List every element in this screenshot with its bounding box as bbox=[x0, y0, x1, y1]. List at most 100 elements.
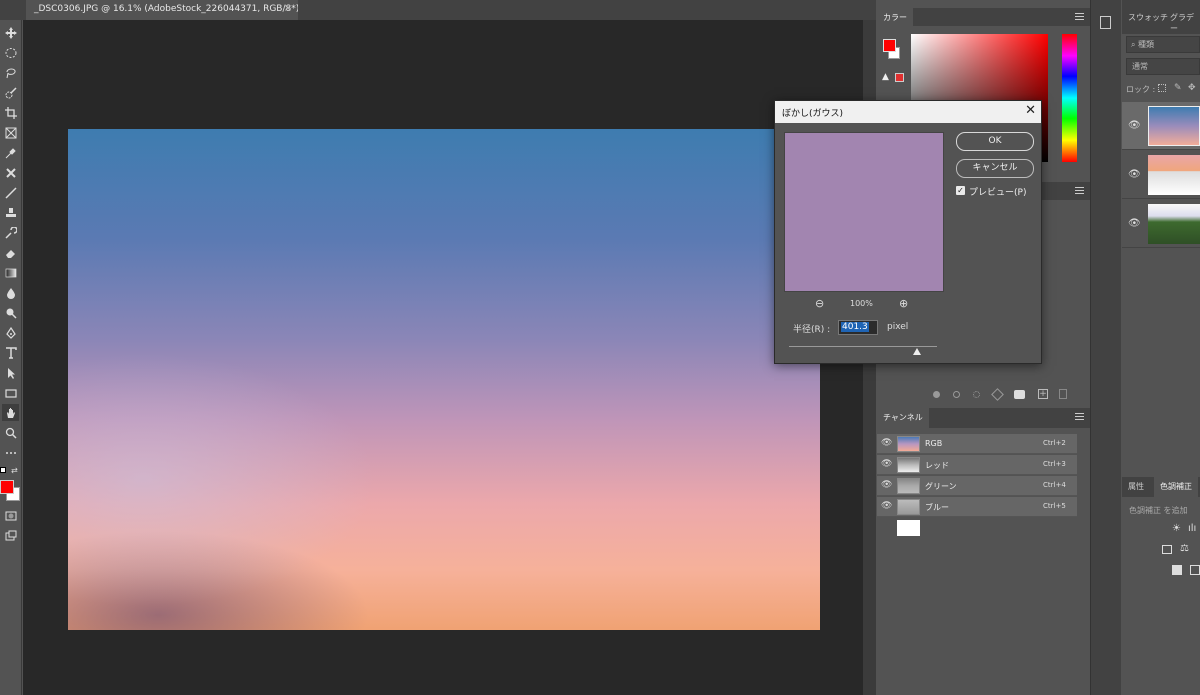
gamut-swatch[interactable] bbox=[895, 73, 904, 82]
panel-menu-icon[interactable] bbox=[1075, 13, 1084, 20]
foreground-color-swatch[interactable] bbox=[0, 480, 14, 494]
fill-path-icon[interactable] bbox=[933, 391, 940, 398]
dialog-titlebar[interactable]: ぼかし(ガウス) bbox=[775, 101, 1041, 123]
more-icon[interactable] bbox=[2, 444, 19, 461]
radius-slider-thumb[interactable] bbox=[913, 348, 921, 355]
radius-slider-track[interactable] bbox=[789, 346, 937, 347]
document-image[interactable] bbox=[68, 129, 820, 630]
stroke-path-icon[interactable] bbox=[953, 391, 960, 398]
hand-icon[interactable] bbox=[2, 404, 19, 421]
load-selection-icon[interactable] bbox=[973, 391, 980, 398]
zoom-out-icon[interactable]: ⊖ bbox=[815, 297, 824, 310]
stamp-icon[interactable] bbox=[2, 204, 19, 221]
layer-row[interactable]: 👁 bbox=[1122, 102, 1200, 150]
zoom-icon[interactable] bbox=[2, 424, 19, 441]
preview-checkbox-label: プレビュー(P) bbox=[969, 188, 1027, 198]
history-icon[interactable] bbox=[1100, 16, 1111, 29]
eye-icon[interactable]: 👁 bbox=[881, 501, 893, 512]
layer-row[interactable]: 👁 bbox=[1122, 200, 1200, 248]
close-icon[interactable]: ✕ bbox=[1025, 103, 1036, 118]
make-path-icon[interactable] bbox=[991, 388, 1004, 401]
blur-icon[interactable] bbox=[2, 284, 19, 301]
radius-label: 半径(R) : bbox=[793, 325, 831, 335]
bw-icon[interactable] bbox=[1172, 565, 1182, 575]
blur-preview[interactable] bbox=[784, 132, 944, 292]
panel-menu-icon[interactable] bbox=[1075, 413, 1084, 420]
default-colors-icon[interactable] bbox=[0, 467, 6, 473]
tab-gradients[interactable]: グラデー bbox=[1164, 8, 1200, 33]
channel-row-green[interactable]: 👁 グリーン Ctrl+4 bbox=[877, 476, 1077, 496]
lock-transparency-icon[interactable] bbox=[1158, 84, 1166, 92]
marquee-icon[interactable] bbox=[2, 44, 19, 61]
properties-panel: 属性 色調補正 色調補正 を追加 ☀ ılı ⚖ bbox=[1122, 477, 1200, 695]
tab-adjustments[interactable]: 色調補正 bbox=[1154, 477, 1198, 497]
channel-row-rgb[interactable]: 👁 RGB Ctrl+2 bbox=[877, 434, 1077, 454]
color-fg-swatch[interactable] bbox=[883, 39, 896, 52]
channels-panel: チャンネル 👁 RGB Ctrl+2 👁 レッド Ctrl+3 👁 グリーン C… bbox=[877, 408, 1090, 695]
zoom-in-icon[interactable]: ⊕ bbox=[899, 297, 908, 310]
curves-icon[interactable] bbox=[1162, 545, 1172, 554]
warning-icon[interactable]: ▲ bbox=[882, 72, 889, 82]
dodge-icon[interactable] bbox=[2, 304, 19, 321]
channel-row-red[interactable]: 👁 レッド Ctrl+3 bbox=[877, 455, 1077, 475]
history-brush-icon[interactable] bbox=[2, 224, 19, 241]
lasso-icon[interactable] bbox=[2, 64, 19, 81]
layer-row[interactable]: 👁 bbox=[1122, 151, 1200, 199]
document-tab[interactable]: _DSC0306.JPG @ 16.1% (AdobeStock_2260443… bbox=[26, 0, 298, 20]
quick-select-icon[interactable] bbox=[2, 84, 19, 101]
eye-icon[interactable]: 👁 bbox=[881, 480, 893, 491]
swap-colors-icon[interactable]: ⇄ bbox=[11, 466, 18, 475]
dialog-title: ぼかし(ガウス) bbox=[782, 109, 844, 119]
gradient-icon[interactable] bbox=[2, 264, 19, 281]
path-select-icon[interactable] bbox=[2, 364, 19, 381]
type-icon[interactable] bbox=[2, 344, 19, 361]
quick-mask-icon[interactable] bbox=[2, 507, 19, 524]
close-tab-icon[interactable]: × bbox=[284, 3, 292, 14]
pen-icon[interactable] bbox=[2, 324, 19, 341]
channel-row-blue[interactable]: 👁 ブルー Ctrl+5 bbox=[877, 497, 1077, 517]
preview-checkbox[interactable]: ✓ bbox=[956, 186, 965, 195]
tab-channels[interactable]: チャンネル bbox=[877, 408, 929, 428]
photo-filter-icon[interactable] bbox=[1190, 565, 1200, 575]
radius-value: 401.3 bbox=[841, 322, 869, 332]
trash-icon[interactable] bbox=[1059, 389, 1067, 399]
move-icon[interactable] bbox=[2, 24, 19, 41]
tab-color[interactable]: カラー bbox=[877, 8, 913, 26]
panel-menu-icon[interactable] bbox=[1075, 187, 1084, 194]
healing-icon[interactable] bbox=[2, 164, 19, 181]
panel-icon-strip bbox=[1090, 0, 1121, 695]
brightness-icon[interactable]: ☀ bbox=[1172, 523, 1181, 534]
channel-thumbnail bbox=[897, 499, 920, 515]
brush-icon[interactable] bbox=[2, 184, 19, 201]
tab-properties[interactable]: 属性 bbox=[1122, 477, 1150, 497]
eyedropper-icon[interactable] bbox=[2, 144, 19, 161]
channel-name: ブルー bbox=[925, 503, 949, 512]
new-path-icon[interactable]: + bbox=[1038, 389, 1048, 399]
lock-brush-icon[interactable]: ✎ bbox=[1174, 83, 1182, 93]
ok-button[interactable]: OK bbox=[956, 132, 1034, 151]
eraser-icon[interactable] bbox=[2, 244, 19, 261]
add-mask-icon[interactable] bbox=[1014, 390, 1025, 399]
balance-icon[interactable]: ⚖ bbox=[1180, 543, 1189, 554]
layers-panel: スウォッチ グラデー ⌕ 種類 通常 ロック : ✎ ✥ 👁 👁 👁 bbox=[1122, 0, 1200, 476]
crop-icon[interactable] bbox=[2, 104, 19, 121]
blend-mode-select[interactable]: 通常 bbox=[1126, 58, 1200, 75]
eye-icon[interactable]: 👁 bbox=[1128, 169, 1141, 180]
lock-move-icon[interactable]: ✥ bbox=[1188, 83, 1196, 93]
layers-panel-tabbar: スウォッチ グラデー bbox=[1122, 0, 1200, 34]
adjustments-hint: 色調補正 を追加 bbox=[1129, 506, 1188, 515]
alpha-channel-thumbnail[interactable] bbox=[897, 520, 920, 536]
hue-slider[interactable] bbox=[1062, 34, 1077, 162]
cancel-button[interactable]: キャンセル bbox=[956, 159, 1034, 178]
eye-icon[interactable]: 👁 bbox=[1128, 218, 1141, 229]
rectangle-icon[interactable] bbox=[2, 384, 19, 401]
eye-icon[interactable]: 👁 bbox=[881, 438, 893, 449]
radius-input[interactable]: 401.3 bbox=[838, 320, 878, 335]
layer-filter-search[interactable]: ⌕ 種類 bbox=[1126, 36, 1200, 53]
frame-icon[interactable] bbox=[2, 124, 19, 141]
channel-thumbnail bbox=[897, 436, 920, 452]
levels-icon[interactable]: ılı bbox=[1188, 523, 1196, 534]
eye-icon[interactable]: 👁 bbox=[881, 459, 893, 470]
eye-icon[interactable]: 👁 bbox=[1128, 120, 1141, 131]
screen-mode-icon[interactable] bbox=[2, 527, 19, 544]
